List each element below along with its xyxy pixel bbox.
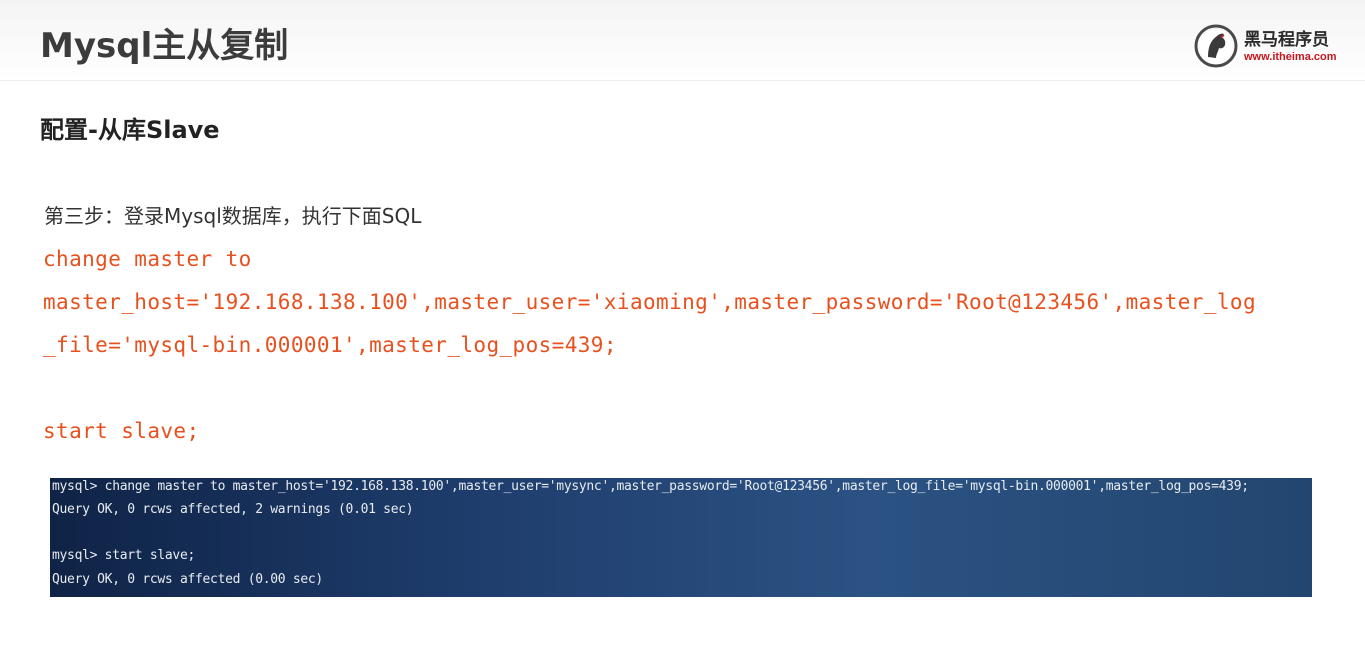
page-title: Mysql主从复制 xyxy=(40,26,289,66)
section-title: 配置-从库Slave xyxy=(40,116,220,144)
code-line: _file='mysql-bin.000001',master_log_pos=… xyxy=(43,333,617,357)
slide-header: Mysql主从复制 黑马程序员 www.itheima.com xyxy=(0,0,1365,81)
terminal-line: mysql> change master to master_host='192… xyxy=(52,479,1249,494)
brand-name: 黑马程序员 xyxy=(1244,30,1329,50)
terminal-line: Query OK, 0 rcws affected, 2 warnings (0… xyxy=(52,502,414,517)
code-line: change master to xyxy=(43,247,252,271)
brand-logo: 黑马程序员 www.itheima.com xyxy=(1194,24,1354,68)
horse-head-logo-icon xyxy=(1194,24,1238,68)
code-line: start slave; xyxy=(43,419,200,443)
terminal-line: mysql> start slave; xyxy=(52,548,196,563)
terminal-screenshot: mysql> change master to master_host='192… xyxy=(50,478,1312,597)
step-instruction: 第三步：登录Mysql数据库，执行下面SQL xyxy=(44,204,422,228)
code-line: master_host='192.168.138.100',master_use… xyxy=(43,290,1257,314)
brand-url: www.itheima.com xyxy=(1244,51,1337,63)
terminal-line: Query OK, 0 rcws affected (0.00 sec) xyxy=(52,572,323,587)
